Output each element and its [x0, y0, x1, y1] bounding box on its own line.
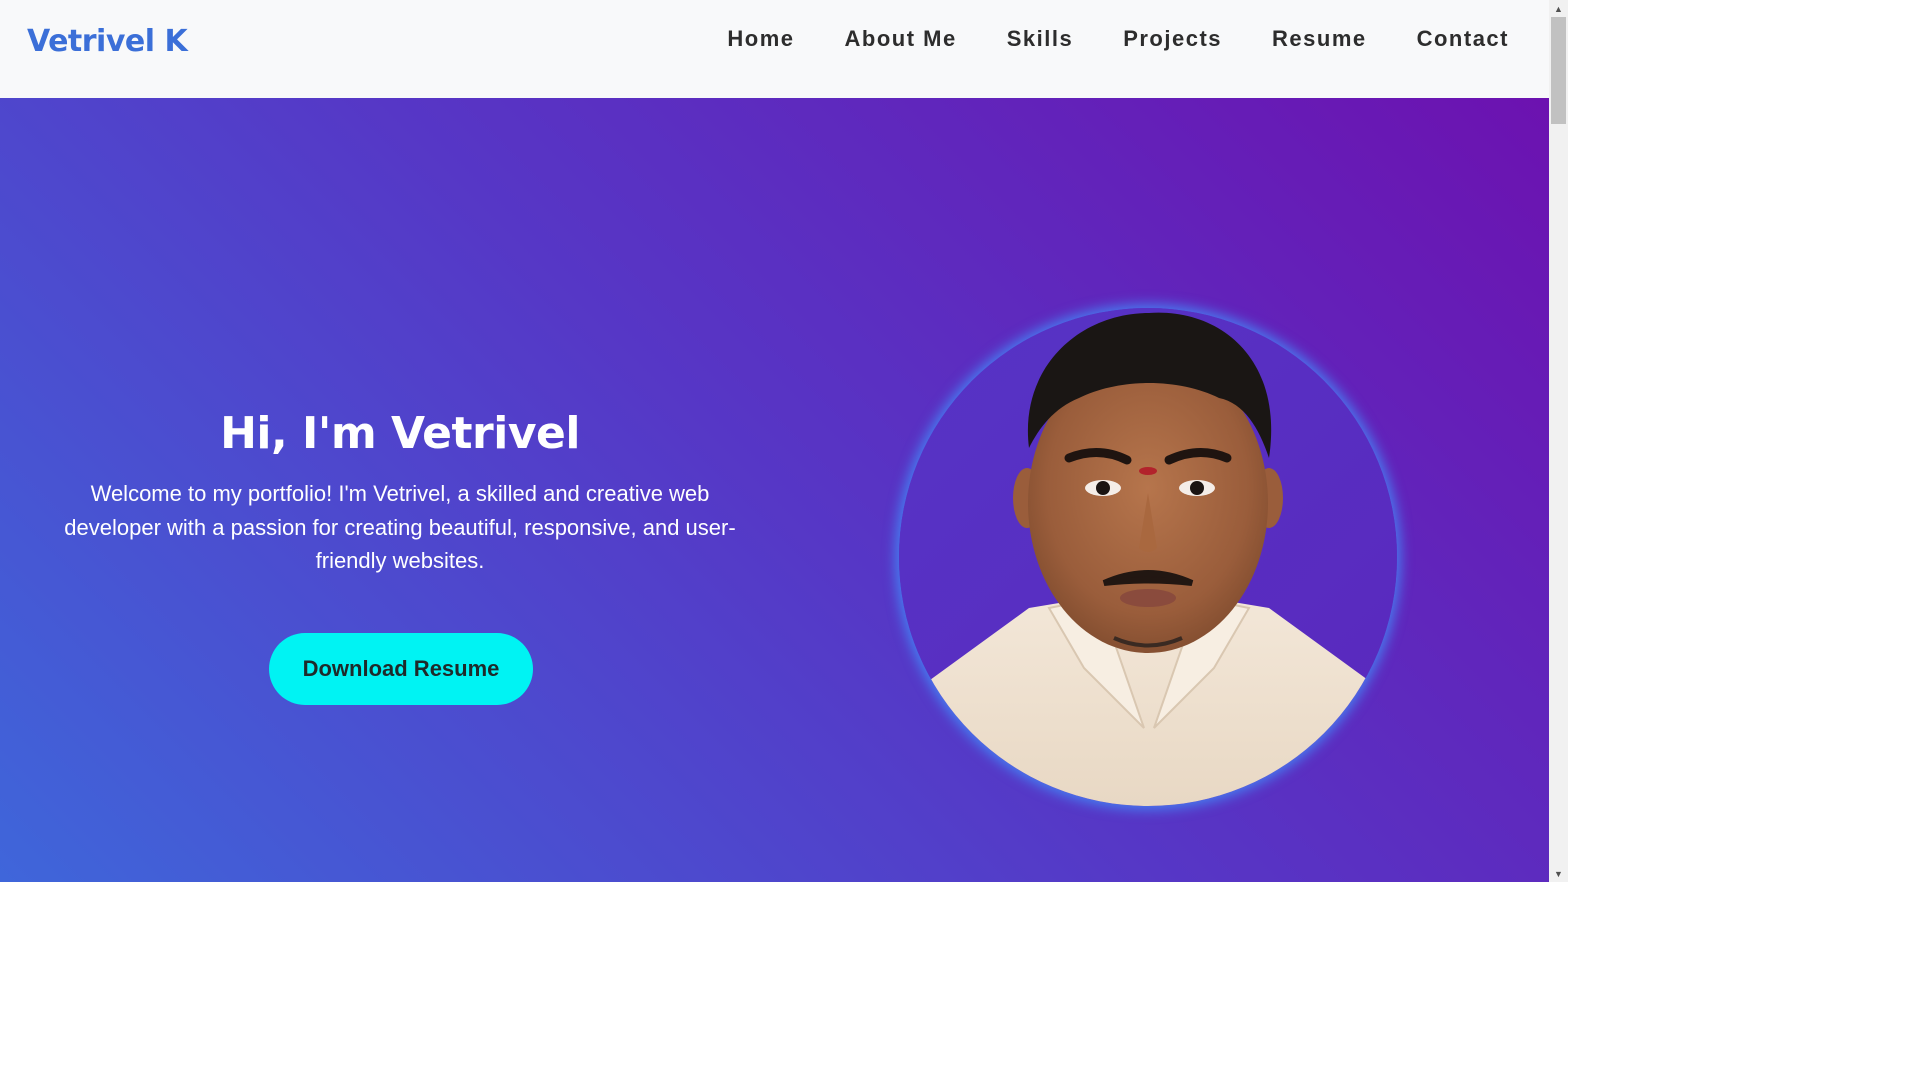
viewport: Vetrivel K Home About Me Skills Projects…	[0, 0, 1549, 882]
navbar: Vetrivel K Home About Me Skills Projects…	[0, 0, 1549, 98]
nav-link-contact[interactable]: Contact	[1417, 24, 1509, 54]
hero-section: Hi, I'm Vetrivel Welcome to my portfolio…	[0, 98, 1549, 882]
page: Vetrivel K Home About Me Skills Projects…	[0, 0, 1568, 882]
scroll-down-icon[interactable]: ▼	[1549, 865, 1568, 882]
nav-link-skills[interactable]: Skills	[1007, 24, 1073, 54]
nav-links: Home About Me Skills Projects Resume Con…	[677, 24, 1509, 54]
hero-title: Hi, I'm Vetrivel	[220, 408, 580, 459]
scrollbar-thumb[interactable]	[1551, 17, 1566, 124]
nav-link-home[interactable]: Home	[727, 24, 794, 54]
nav-link-about[interactable]: About Me	[845, 24, 957, 54]
nav-link-resume[interactable]: Resume	[1272, 24, 1367, 54]
hero-text: Hi, I'm Vetrivel Welcome to my portfolio…	[40, 408, 760, 578]
nav-link-projects[interactable]: Projects	[1123, 24, 1222, 54]
hero-description: Welcome to my portfolio! I'm Vetrivel, a…	[64, 481, 736, 573]
vertical-scrollbar[interactable]: ▲ ▼	[1549, 0, 1568, 882]
brand-logo[interactable]: Vetrivel K	[27, 24, 188, 59]
profile-photo	[899, 308, 1397, 806]
scroll-up-icon[interactable]: ▲	[1549, 0, 1568, 17]
download-resume-button[interactable]: Download Resume	[269, 633, 533, 705]
profile-portrait-illustration	[899, 308, 1397, 806]
